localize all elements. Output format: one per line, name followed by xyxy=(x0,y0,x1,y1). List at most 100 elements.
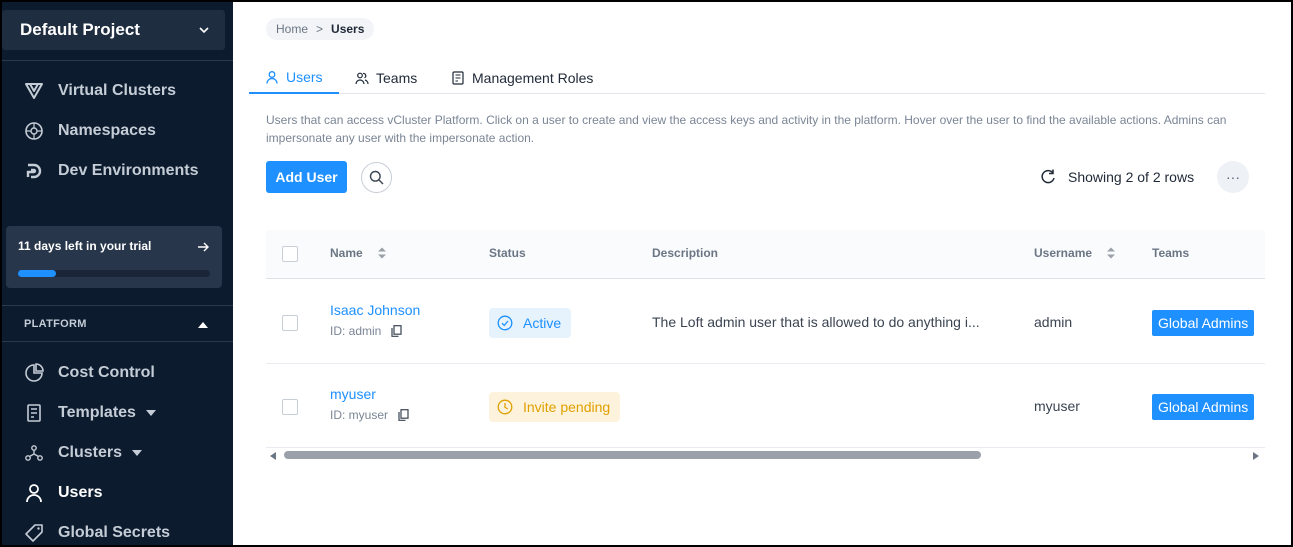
scrollbar-thumb[interactable] xyxy=(284,451,981,459)
row-count: Showing 2 of 2 rows xyxy=(1068,169,1195,185)
chevron-down-icon xyxy=(199,27,209,34)
column-header-status: Status xyxy=(489,246,526,260)
scroll-right-icon[interactable] xyxy=(1253,452,1259,460)
column-header-username[interactable]: Username xyxy=(1034,246,1116,260)
sidebar-item-clusters[interactable]: Clusters xyxy=(24,441,143,465)
sidebar-item-namespaces[interactable]: Namespaces xyxy=(24,119,156,143)
status-badge: Active xyxy=(489,308,572,338)
select-all-checkbox[interactable] xyxy=(282,246,298,262)
main-content: Home > Users Users Teams Management Role… xyxy=(233,2,1291,545)
search-button[interactable] xyxy=(361,162,392,193)
sort-icon[interactable] xyxy=(1106,246,1116,260)
copy-icon[interactable] xyxy=(398,409,409,421)
trial-progress-fill xyxy=(18,270,57,277)
tab-label: Users xyxy=(286,69,323,85)
trial-banner[interactable]: 11 days left in your trial xyxy=(6,226,222,288)
sidebar-divider xyxy=(2,341,233,342)
sidebar-item-global-secrets[interactable]: Global Secrets xyxy=(24,521,170,545)
user-name-link[interactable]: myuser xyxy=(330,386,376,402)
roles-icon xyxy=(452,71,464,85)
app-window: Default Project Virtual Clusters Namespa… xyxy=(2,2,1291,545)
more-options-button[interactable]: ··· xyxy=(1217,161,1249,193)
column-header-label: Description xyxy=(652,246,719,260)
tab-teams[interactable]: Teams xyxy=(339,62,433,94)
caret-up-icon[interactable] xyxy=(197,320,209,329)
sidebar-item-label: Templates xyxy=(58,404,136,421)
user-icon xyxy=(266,71,278,84)
breadcrumb: Home > Users xyxy=(266,18,375,40)
sidebar-item-label: Cost Control xyxy=(58,364,155,381)
cluster-icon xyxy=(25,445,43,461)
more-icon: ··· xyxy=(1226,169,1240,185)
template-icon xyxy=(27,404,41,422)
user-id: ID: admin xyxy=(330,324,402,338)
caret-down-icon xyxy=(145,410,156,416)
trial-progress-bar xyxy=(18,270,210,277)
team-badge[interactable]: Global Admins xyxy=(1152,394,1255,420)
add-user-button[interactable]: Add User xyxy=(266,161,347,193)
tab-label: Management Roles xyxy=(472,70,594,86)
row-checkbox[interactable] xyxy=(282,399,298,415)
users-table: Name Status Description Username Teams I… xyxy=(266,230,1265,448)
breadcrumb-home[interactable]: Home xyxy=(276,22,308,36)
tag-icon xyxy=(25,524,43,542)
column-header-description: Description xyxy=(652,246,718,260)
sidebar-divider xyxy=(2,60,233,61)
sidebar-item-users[interactable]: Users xyxy=(24,481,102,505)
table-header: Name Status Description Username Teams xyxy=(266,230,1265,279)
arrow-right-icon xyxy=(198,242,209,252)
table-row[interactable]: Isaac Johnson ID: admin Active The Loft … xyxy=(266,280,1265,364)
status-text: Invite pending xyxy=(523,399,611,415)
user-description: The Loft admin user that is allowed to d… xyxy=(652,314,980,330)
user-id-text: ID: admin xyxy=(330,324,382,338)
column-header-label: Teams xyxy=(1152,246,1190,260)
pie-chart-icon xyxy=(25,363,44,382)
team-icon xyxy=(355,72,369,85)
project-selector[interactable]: Default Project xyxy=(2,10,225,50)
sidebar-item-label: Dev Environments xyxy=(58,162,199,179)
user-id: ID: myuser xyxy=(330,408,409,422)
tab-users[interactable]: Users xyxy=(249,62,339,94)
tab-management-roles[interactable]: Management Roles xyxy=(435,62,609,94)
project-name: Default Project xyxy=(20,20,140,39)
tab-bar: Users Teams Management Roles xyxy=(249,62,1265,94)
sidebar-item-label: Global Secrets xyxy=(58,524,171,541)
trial-text: 11 days left in your trial xyxy=(18,239,152,253)
user-icon xyxy=(26,484,42,503)
tab-label: Teams xyxy=(376,70,418,86)
refresh-icon[interactable] xyxy=(1039,168,1057,186)
sidebar-item-cost-control[interactable]: Cost Control xyxy=(24,361,155,385)
clock-icon xyxy=(497,399,513,415)
sidebar-item-label: Clusters xyxy=(58,444,123,461)
scroll-left-icon[interactable] xyxy=(270,452,276,460)
caret-down-icon xyxy=(132,450,143,456)
user-name-link[interactable]: Isaac Johnson xyxy=(330,302,420,318)
sidebar-section-title: PLATFORM xyxy=(24,318,87,330)
sidebar-item-virtual-clusters[interactable]: Virtual Clusters xyxy=(24,79,176,103)
sidebar-item-label: Users xyxy=(58,484,103,501)
copy-icon[interactable] xyxy=(391,325,402,337)
sidebar: Default Project Virtual Clusters Namespa… xyxy=(2,2,233,545)
breadcrumb-current: Users xyxy=(331,22,365,36)
sidebar-item-label: Virtual Clusters xyxy=(58,82,176,99)
namespace-icon xyxy=(25,122,43,140)
column-header-label: Name xyxy=(330,246,363,260)
breadcrumb-separator: > xyxy=(316,22,324,36)
horizontal-scrollbar[interactable] xyxy=(266,449,1265,461)
sort-icon[interactable] xyxy=(377,246,387,260)
sidebar-item-dev-environments[interactable]: Dev Environments xyxy=(24,159,198,183)
column-header-label: Username xyxy=(1034,246,1093,260)
team-badge[interactable]: Global Admins xyxy=(1152,310,1255,336)
status-badge: Invite pending xyxy=(489,392,621,422)
user-username: myuser xyxy=(1034,398,1080,414)
page-description: Users that can access vCluster Platform.… xyxy=(266,113,1227,145)
sidebar-item-label: Namespaces xyxy=(58,122,156,139)
sidebar-item-templates[interactable]: Templates xyxy=(24,401,156,425)
column-header-name[interactable]: Name xyxy=(330,246,387,260)
table-row[interactable]: myuser ID: myuser Invite pending myuser … xyxy=(266,364,1265,448)
sidebar-divider xyxy=(2,305,233,306)
row-checkbox[interactable] xyxy=(282,315,298,331)
check-circle-icon xyxy=(497,315,513,331)
status-text: Active xyxy=(523,315,562,331)
column-header-teams: Teams xyxy=(1152,246,1189,260)
